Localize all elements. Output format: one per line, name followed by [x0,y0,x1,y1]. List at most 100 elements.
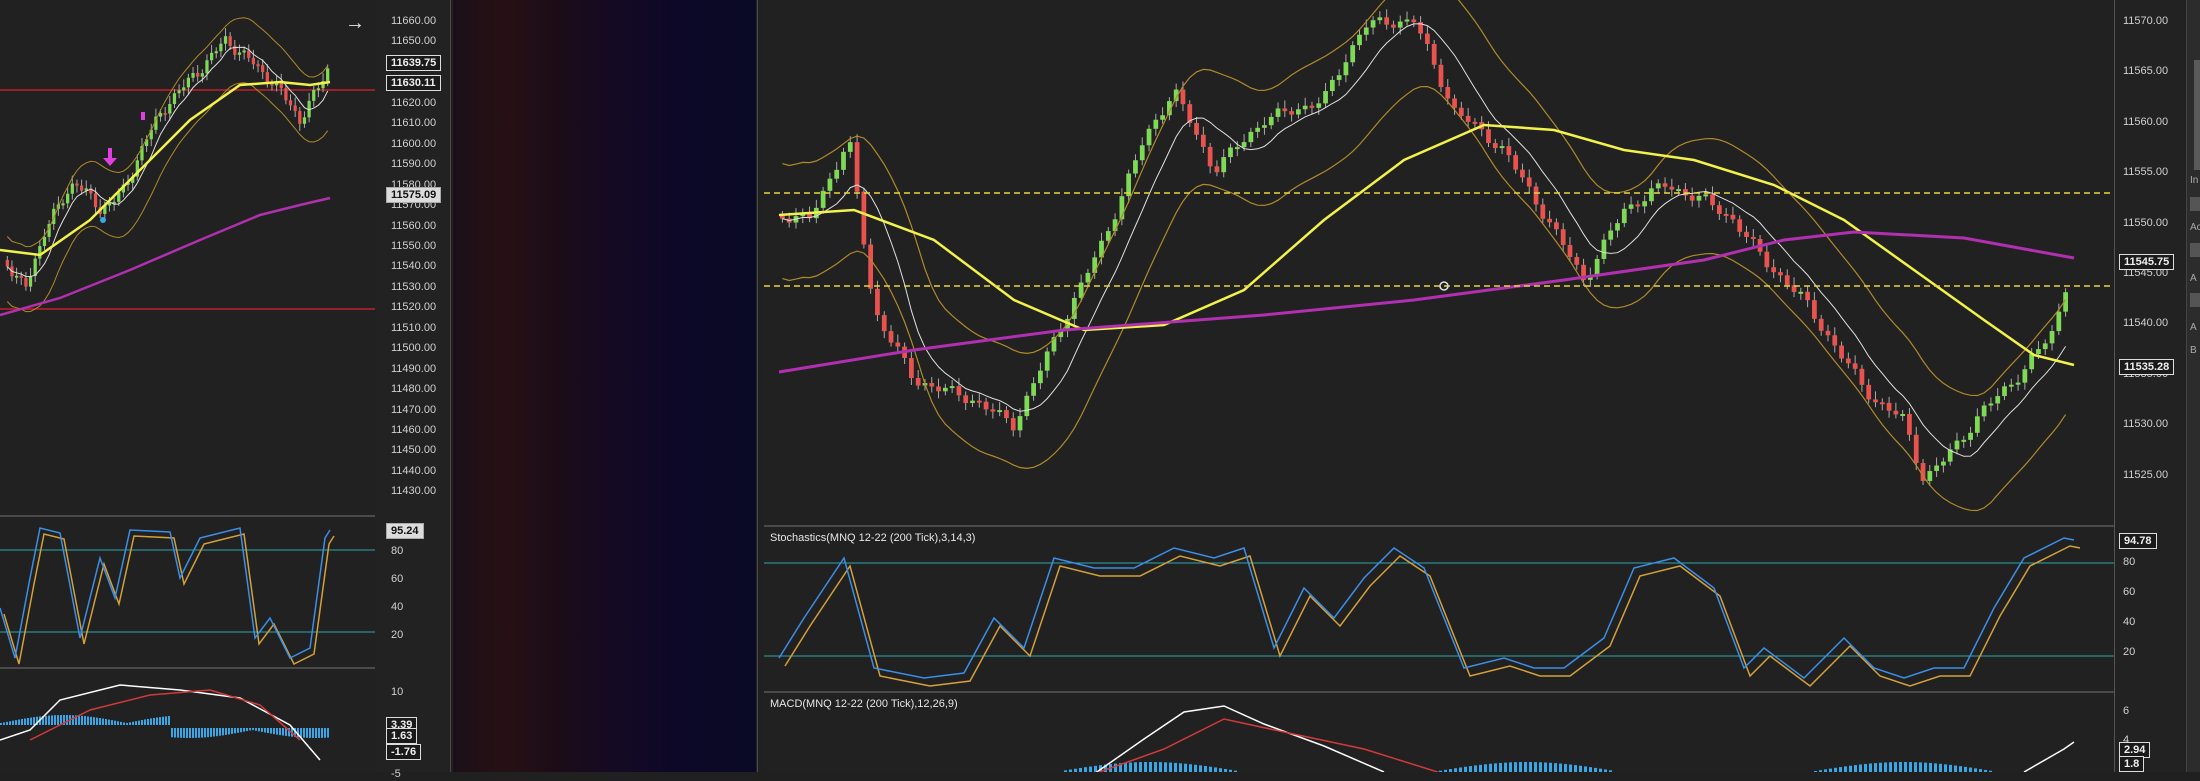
right-price-candle [861,191,867,245]
side-panel-field[interactable] [2190,197,2200,211]
right-price-candle [1907,413,1912,435]
right-macd-tick: 6 [2123,705,2130,717]
right-price-candle [1961,439,1967,442]
right-price-candle [1262,125,1267,128]
macd-histogram-bar [45,715,47,725]
left-pane-divider[interactable] [0,667,375,669]
macd-histogram-bar [228,728,230,735]
side-panel-label: In [2190,175,2199,186]
macd-histogram-bar [1494,763,1497,772]
right-price-candle [963,395,969,404]
right-stochastics-plot[interactable] [764,528,2114,691]
right-price-candle [1934,465,1939,472]
right-price-tick: 11540.00 [2123,317,2169,330]
right-price-candle [1499,146,1505,149]
left-price-tick: 11460.00 [391,424,437,436]
right-price-candle [1845,358,1851,364]
upper-bollinger-band [782,0,2067,397]
left-macd-plot[interactable] [0,670,375,772]
signal-arrow-marker [108,148,112,158]
macd-histogram-bar [1879,762,1882,772]
right-price-candle [1812,300,1817,319]
left-price-plot[interactable] [0,0,375,515]
right-price-candle [1900,413,1906,416]
right-pane-divider[interactable] [764,525,2114,527]
left-price-candle [168,104,172,114]
macd-histogram-bar [237,728,239,733]
macd-histogram-bar [276,728,278,735]
right-price-candle [827,178,833,191]
right-price-candle [983,401,989,410]
macd-histogram-bar [1894,762,1897,772]
right-price-candle [1825,330,1831,336]
right-price-candle [1391,24,1396,28]
left-price-candle [256,64,260,67]
right-price-candle [1805,291,1810,301]
left-price-candle [66,193,70,204]
left-price-candle [186,77,191,88]
left-pane-divider[interactable] [0,515,375,517]
right-price-candle [1343,62,1349,76]
macd-histogram-bar [174,728,176,738]
right-price-candle [1716,205,1722,214]
right-price-candle [1282,108,1288,112]
right-price-candle [1506,146,1512,156]
macd-histogram-bar [99,718,101,725]
left-price-flag: 11630.11 [386,75,441,91]
right-price-candle [1411,19,1417,23]
side-panel[interactable]: In Ac A A B [2186,0,2200,772]
side-panel-handle[interactable] [2194,60,2200,170]
macd-histogram-bar [21,718,23,725]
macd-histogram-bar [267,728,269,734]
left-stoch-tick: 40 [391,601,404,613]
left-price-candle [38,246,42,259]
right-price-candle [1696,195,1702,201]
left-price-axis[interactable]: 11660.0011650.0011640.0011630.0011620.00… [375,0,450,780]
right-pane-divider[interactable] [764,691,2114,693]
left-price-candle [302,117,307,124]
right-stoch-flag: 94.78 [2119,533,2157,549]
side-panel-field[interactable] [2190,293,2200,307]
side-panel-label: Ac [2190,222,2200,233]
right-price-candle [1404,19,1410,22]
right-price-axis[interactable]: 11570.00 11565.00 11560.00 11555.00 11550.00… [2114,0,2187,775]
right-arrow-icon[interactable]: → [345,12,365,35]
macd-histogram-bar [1904,762,1907,772]
right-stoch-tick: 60 [2123,586,2136,598]
right-price-candle [1832,335,1838,346]
right-price-tick: 11550.00 [2123,216,2169,229]
macd-histogram-bar [1884,762,1887,772]
macd-histogram-bar [240,728,242,733]
macd-histogram-bar [1869,763,1872,772]
left-chart-panel[interactable]: → [0,0,375,772]
right-price-candle [1886,402,1892,411]
right-price-candle [868,244,874,289]
macd-histogram-bar [252,728,254,731]
macd-histogram-bar [1484,764,1487,772]
macd-histogram-bar [1169,762,1172,772]
right-price-candle [1268,116,1274,126]
left-stoch-tick: 20 [391,629,404,641]
macd-histogram-bar [126,722,128,725]
side-panel-field[interactable] [2190,243,2200,257]
left-stochastics-plot[interactable] [0,518,375,668]
right-macd-plot[interactable] [764,694,2114,772]
right-price-candle [1703,194,1709,197]
right-price-candle [1594,258,1600,276]
macd-histogram-bar [1594,767,1597,772]
macd-histogram-bar [243,728,245,732]
macd-histogram-bar [1574,765,1577,772]
macd-histogram-bar [3,722,5,725]
right-price-plot[interactable] [764,0,2114,525]
right-price-candle [1431,43,1437,65]
right-window-border [757,0,758,772]
stochastics-k-line [0,527,331,660]
right-chart-panel[interactable]: Stochastics(MNQ 12-22 (200 Tick),3,14,3)… [764,0,2114,772]
right-price-candle [1438,64,1444,88]
macd-histogram-bar [171,728,173,738]
right-price-candle [1520,169,1525,178]
right-price-candle [1221,157,1227,173]
right-price-candle [1621,208,1627,224]
left-price-tick: 11480.00 [391,383,437,396]
right-price-candle [1689,195,1695,201]
